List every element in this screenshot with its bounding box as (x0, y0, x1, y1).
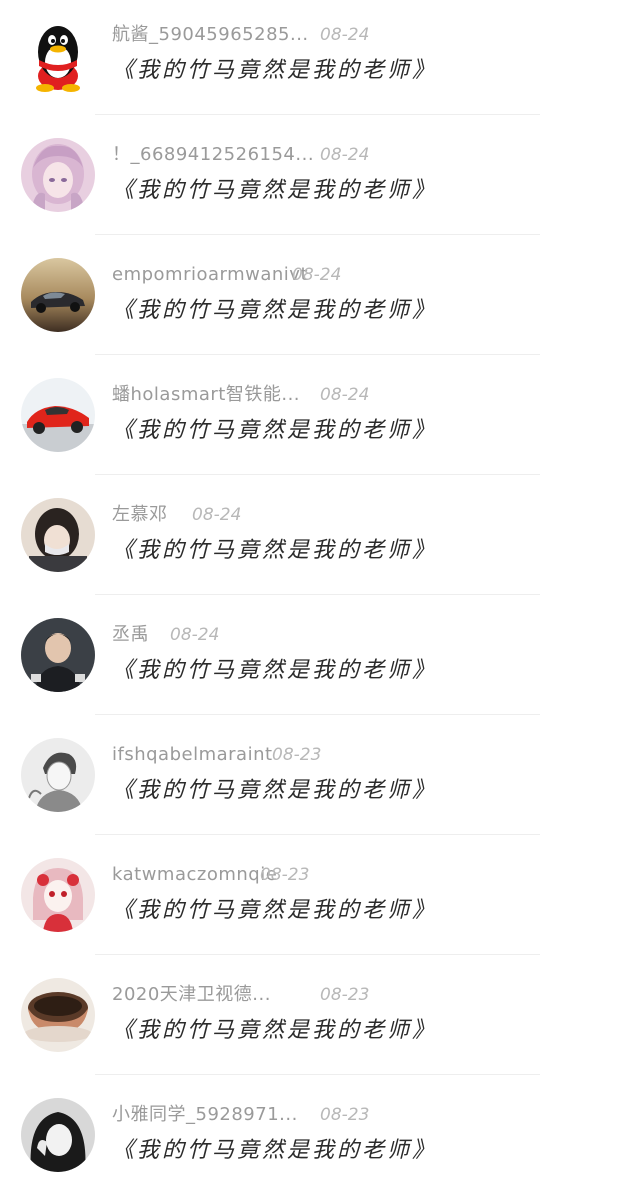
divider (95, 474, 540, 475)
timestamp: 08-24 (292, 265, 342, 285)
masked-girl-avatar-icon[interactable] (21, 498, 95, 572)
comment-item[interactable]: ！_6689412526154... 08-24 《我的竹马竟然是我的老师》 (0, 120, 640, 240)
timestamp: 08-23 (320, 985, 370, 1005)
selfie-girl-avatar-icon[interactable] (21, 1098, 95, 1172)
timestamp: 08-23 (260, 865, 310, 885)
anime-girl-avatar-icon[interactable] (21, 138, 95, 212)
timestamp: 08-24 (170, 625, 220, 645)
comment-list: 航酱_59045965285... 08-24 《我的竹马竟然是我的老师》 ！_… (0, 0, 640, 1172)
timestamp: 08-23 (320, 1105, 370, 1125)
username[interactable]: katwmaczomnqie (112, 862, 277, 888)
young-man-avatar-icon[interactable] (21, 618, 95, 692)
divider (95, 234, 540, 235)
comment-item[interactable]: 航酱_59045965285... 08-24 《我的竹马竟然是我的老师》 (0, 0, 640, 120)
username[interactable]: empomrioarmwanivt (112, 262, 308, 288)
comment-item[interactable]: 小雅同学_5928971... 08-23 《我的竹马竟然是我的老师》 (0, 1080, 640, 1200)
username[interactable]: ！_6689412526154... (112, 142, 314, 168)
comment-item[interactable]: ifshqabelmaraint 08-23 《我的竹马竟然是我的老师》 (0, 720, 640, 840)
comment-item[interactable]: 左慕邓 08-24 《我的竹马竟然是我的老师》 (0, 480, 640, 600)
timestamp: 08-24 (320, 145, 370, 165)
timestamp: 08-24 (320, 385, 370, 405)
username[interactable]: 蟠holasmart智铁能... (112, 382, 300, 408)
comment-text: 《我的竹马竟然是我的老师》 (112, 58, 438, 83)
username[interactable]: ifshqabelmaraint (112, 742, 273, 768)
comment-text: 《我的竹马竟然是我的老师》 (112, 778, 438, 803)
divider (95, 714, 540, 715)
comment-text: 《我的竹马竟然是我的老师》 (112, 538, 438, 563)
sketch-boy-avatar-icon[interactable] (21, 738, 95, 812)
comment-text: 《我的竹马竟然是我的老师》 (112, 418, 438, 443)
timestamp: 08-23 (272, 745, 322, 765)
username[interactable]: 2020天津卫视德... (112, 982, 271, 1008)
comment-text: 《我的竹马竟然是我的老师》 (112, 658, 438, 683)
timestamp: 08-24 (320, 25, 370, 45)
comment-text: 《我的竹马竟然是我的老师》 (112, 178, 438, 203)
comment-item[interactable]: empomrioarmwanivt 08-24 《我的竹马竟然是我的老师》 (0, 240, 640, 360)
username[interactable]: 丞禹 (112, 622, 149, 648)
divider (95, 354, 540, 355)
teacup-avatar-icon[interactable] (21, 978, 95, 1052)
comment-item[interactable]: 2020天津卫视德... 08-23 《我的竹马竟然是我的老师》 (0, 960, 640, 1080)
username[interactable]: 小雅同学_5928971... (112, 1102, 298, 1128)
username[interactable]: 航酱_59045965285... (112, 22, 309, 48)
red-sports-car-avatar-icon[interactable] (21, 378, 95, 452)
username[interactable]: 左慕邓 (112, 502, 168, 528)
comment-item[interactable]: katwmaczomnqie 08-23 《我的竹马竟然是我的老师》 (0, 840, 640, 960)
car-sunset-avatar-icon[interactable] (21, 258, 95, 332)
divider (95, 114, 540, 115)
comment-item[interactable]: 蟠holasmart智铁能... 08-24 《我的竹马竟然是我的老师》 (0, 360, 640, 480)
divider (95, 594, 540, 595)
divider (95, 954, 540, 955)
qq-penguin-icon[interactable] (21, 18, 95, 92)
timestamp: 08-24 (192, 505, 242, 525)
comment-item[interactable]: 丞禹 08-24 《我的竹马竟然是我的老师》 (0, 600, 640, 720)
comment-text: 《我的竹马竟然是我的老师》 (112, 898, 438, 923)
divider (95, 834, 540, 835)
divider (95, 1074, 540, 1075)
comment-text: 《我的竹马竟然是我的老师》 (112, 1018, 438, 1043)
comment-text: 《我的竹马竟然是我的老师》 (112, 1138, 438, 1163)
comment-text: 《我的竹马竟然是我的老师》 (112, 298, 438, 323)
doll-girl-avatar-icon[interactable] (21, 858, 95, 932)
